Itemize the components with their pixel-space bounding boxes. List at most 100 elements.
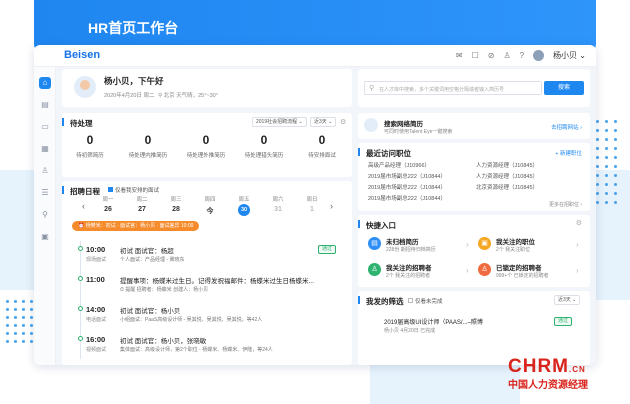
quick-locked-recruiters[interactable]: ♙ 已锁定的招聘者 999+个 已锁定的招聘者 › — [478, 261, 583, 283]
dot — [22, 340, 25, 343]
calendar-icon[interactable]: ▦ — [39, 143, 51, 155]
position-link[interactable]: 人力资源经理（J10845） — [476, 161, 538, 169]
more-positions-link[interactable]: 更多在招职位 › — [549, 201, 582, 208]
alert-icon: ⏰ — [78, 223, 86, 229]
todo-item[interactable]: 0 待安排面试 — [294, 133, 350, 159]
prev-week-button[interactable]: ‹ — [82, 201, 85, 211]
filter-item[interactable]: 2019届高级UI设计师（PAAS/...–照博 杨小贝 4月20日 已完成 通… — [366, 317, 582, 339]
schedule-alert[interactable]: ⏰ 杨樊米：初试 · 面试官：杨小贝 · 面试差异 10:00 — [72, 221, 200, 231]
dot — [14, 324, 17, 327]
dot — [596, 147, 599, 150]
user-icon[interactable]: ♙ — [39, 165, 51, 177]
chevron-right-icon: › — [576, 266, 579, 275]
event-title: 初试 面试官：杨小贝，张晓敏 — [120, 338, 207, 345]
position-link[interactable]: 2019届市场副总222（J10844） — [368, 194, 446, 202]
watermark-subtitle: 中国人力资源经理 — [508, 380, 588, 391]
schedule-event[interactable]: 11:00 提醒事项：杨蝶米过生日。记得发祝福邮件：杨蝶米过生日杨蝶米... ⏱ 提… — [86, 275, 346, 299]
settings-icon[interactable]: ⚙ — [576, 219, 582, 227]
dot — [30, 332, 33, 335]
compass-icon[interactable]: ⊘ — [488, 51, 495, 60]
timeline-line — [80, 241, 81, 359]
chart-icon[interactable]: ▤ — [39, 99, 51, 111]
calendar-day[interactable]: 27 — [128, 206, 156, 213]
dot — [614, 138, 617, 141]
home-icon[interactable]: ⌂ — [39, 77, 51, 89]
calendar-day[interactable]: 26 — [94, 206, 122, 213]
mail-icon[interactable]: ✉ — [456, 51, 463, 60]
event-detail: ⏱ 提醒 招聘者：杨蝶米 创建人：杨小贝 — [120, 287, 209, 293]
dot — [22, 300, 25, 303]
todo-item[interactable]: 0 待处理外推简历 — [178, 133, 234, 159]
my-interviews-checkbox[interactable]: 仅看我安排的面试 — [108, 186, 159, 194]
schedule-event[interactable]: 14:00 电话面试 初试 面试官：杨小贝 小组面试：PaaS高级设计师 - 吴其悦、… — [86, 305, 346, 329]
quick-unarchived-resumes[interactable]: ▤ 未归档简历 228份 期招待归档简历 › — [368, 235, 473, 257]
todo-item[interactable]: 0 待处理猎头简历 — [236, 133, 292, 159]
chevron-right-icon: › — [576, 240, 579, 249]
dot — [30, 308, 33, 311]
user-menu[interactable]: 杨小贝 ⌄ — [553, 50, 586, 61]
weekday-label: 周六 — [272, 197, 284, 203]
timeline-dot — [78, 336, 83, 341]
settings-icon[interactable]: ⚙ — [340, 118, 346, 126]
calendar-day[interactable]: 31 — [264, 206, 292, 213]
search-icon: ⚲ — [369, 85, 375, 92]
search-button[interactable]: 搜索 — [544, 81, 584, 95]
calendar-day[interactable]: 30 — [230, 207, 258, 213]
section-accent — [62, 118, 64, 126]
filter-item-meta: 杨小贝 4月20日 已完成 — [384, 328, 436, 334]
dot — [22, 324, 25, 327]
schedule-card: 招聘日程 仅看我安排的面试 ‹ › 周一 26 周二 27 周三 28 周四今周五 30 周六 3… — [62, 181, 352, 365]
period-select[interactable]: 近3天 ⌄ — [310, 117, 337, 127]
next-week-button[interactable]: › — [330, 201, 333, 211]
brand-logo[interactable]: Beisen — [64, 49, 100, 61]
quick-followed-recruiters[interactable]: ♙ 我关注的招聘者 2个 我关注的招聘者 › — [368, 261, 473, 283]
briefcase-icon: ▣ — [478, 237, 491, 250]
help-icon[interactable]: ? — [520, 51, 524, 60]
weekday-label: 周三 — [170, 197, 182, 203]
person-icon[interactable]: ♙ — [503, 51, 510, 60]
filter-period-select[interactable]: 近3天 ⌄ — [554, 295, 581, 305]
schedule-event[interactable]: 10:00 现场面试 初试 面试官：杨超 个人面试：产品经理 - 冀晓东 通过 — [86, 245, 346, 269]
todo-item[interactable]: 0 待处理内推简历 — [120, 133, 176, 159]
event-detail: 小组面试：PaaS高级设计师 - 吴其悦、吴其悦、吴其悦，等42人 — [120, 317, 263, 323]
calendar-day[interactable]: 今 — [196, 206, 224, 216]
event-title: 初试 面试官：杨小贝 — [120, 308, 181, 315]
schedule-event[interactable]: 16:00 视频面试 初试 面试官：杨小贝，张晓敏 集体面试：高级设计师，第2个职位 … — [86, 335, 346, 359]
dot — [605, 201, 608, 204]
monitor-icon[interactable]: ▭ — [39, 121, 51, 133]
screen-icon[interactable]: ▣ — [39, 231, 51, 243]
avatar[interactable] — [533, 50, 545, 61]
dot — [605, 174, 608, 177]
watermark-brand: CHRM.CN — [508, 356, 586, 377]
todo-item[interactable]: 0 待初筛简历 — [62, 133, 118, 159]
calendar-day[interactable]: 28 — [162, 206, 190, 213]
message-icon[interactable]: ☐ — [472, 51, 479, 60]
position-link[interactable]: 2019届市场副总222（J10844） — [368, 172, 446, 180]
my-filter-card: 我发的筛选 仅看未完成 近3天 ⌄ 2019届高级UI设计师（PAAS/...–… — [358, 291, 590, 365]
timeline-dot — [78, 276, 83, 281]
user-search-icon[interactable]: ⚲ — [39, 209, 51, 221]
calendar-day[interactable]: 1 — [298, 206, 326, 213]
position-link[interactable]: 2019届市场副总222（J10844） — [368, 183, 446, 191]
timeline-dot — [78, 306, 83, 311]
dot — [596, 192, 599, 195]
dot — [596, 138, 599, 141]
recruit-site-link[interactable]: 去招聘网站 › — [551, 123, 582, 131]
network-title: 搜索网络简历 — [384, 121, 423, 128]
unfinished-checkbox[interactable]: 仅看未完成 — [408, 297, 443, 305]
dot — [605, 183, 608, 186]
position-link[interactable]: 人力资源经理（J10845） — [476, 172, 538, 180]
position-link[interactable]: 北京资源经理（J10845） — [476, 183, 538, 191]
process-select[interactable]: 2019社会招聘流程 ⌄ — [252, 117, 307, 127]
dot — [596, 183, 599, 186]
event-type: 视频面试 — [86, 347, 107, 353]
dot — [30, 300, 33, 303]
search-placeholder: 在人才库中搜索，多个关键词用空格分隔或者输入简历号 — [379, 87, 505, 93]
document-icon[interactable]: ☰ — [39, 187, 51, 199]
search-input[interactable]: ⚲ 在人才库中搜索，多个关键词用空格分隔或者输入简历号 — [364, 81, 542, 95]
dot — [14, 308, 17, 311]
quick-title: 快捷入口 — [366, 221, 396, 230]
position-link[interactable]: 高级产品经理（J10966） — [368, 161, 430, 169]
new-position-button[interactable]: + 新建职位 — [555, 149, 582, 157]
quick-followed-positions[interactable]: ▣ 我关注的职位 2个 我关注职位 › — [478, 235, 583, 257]
